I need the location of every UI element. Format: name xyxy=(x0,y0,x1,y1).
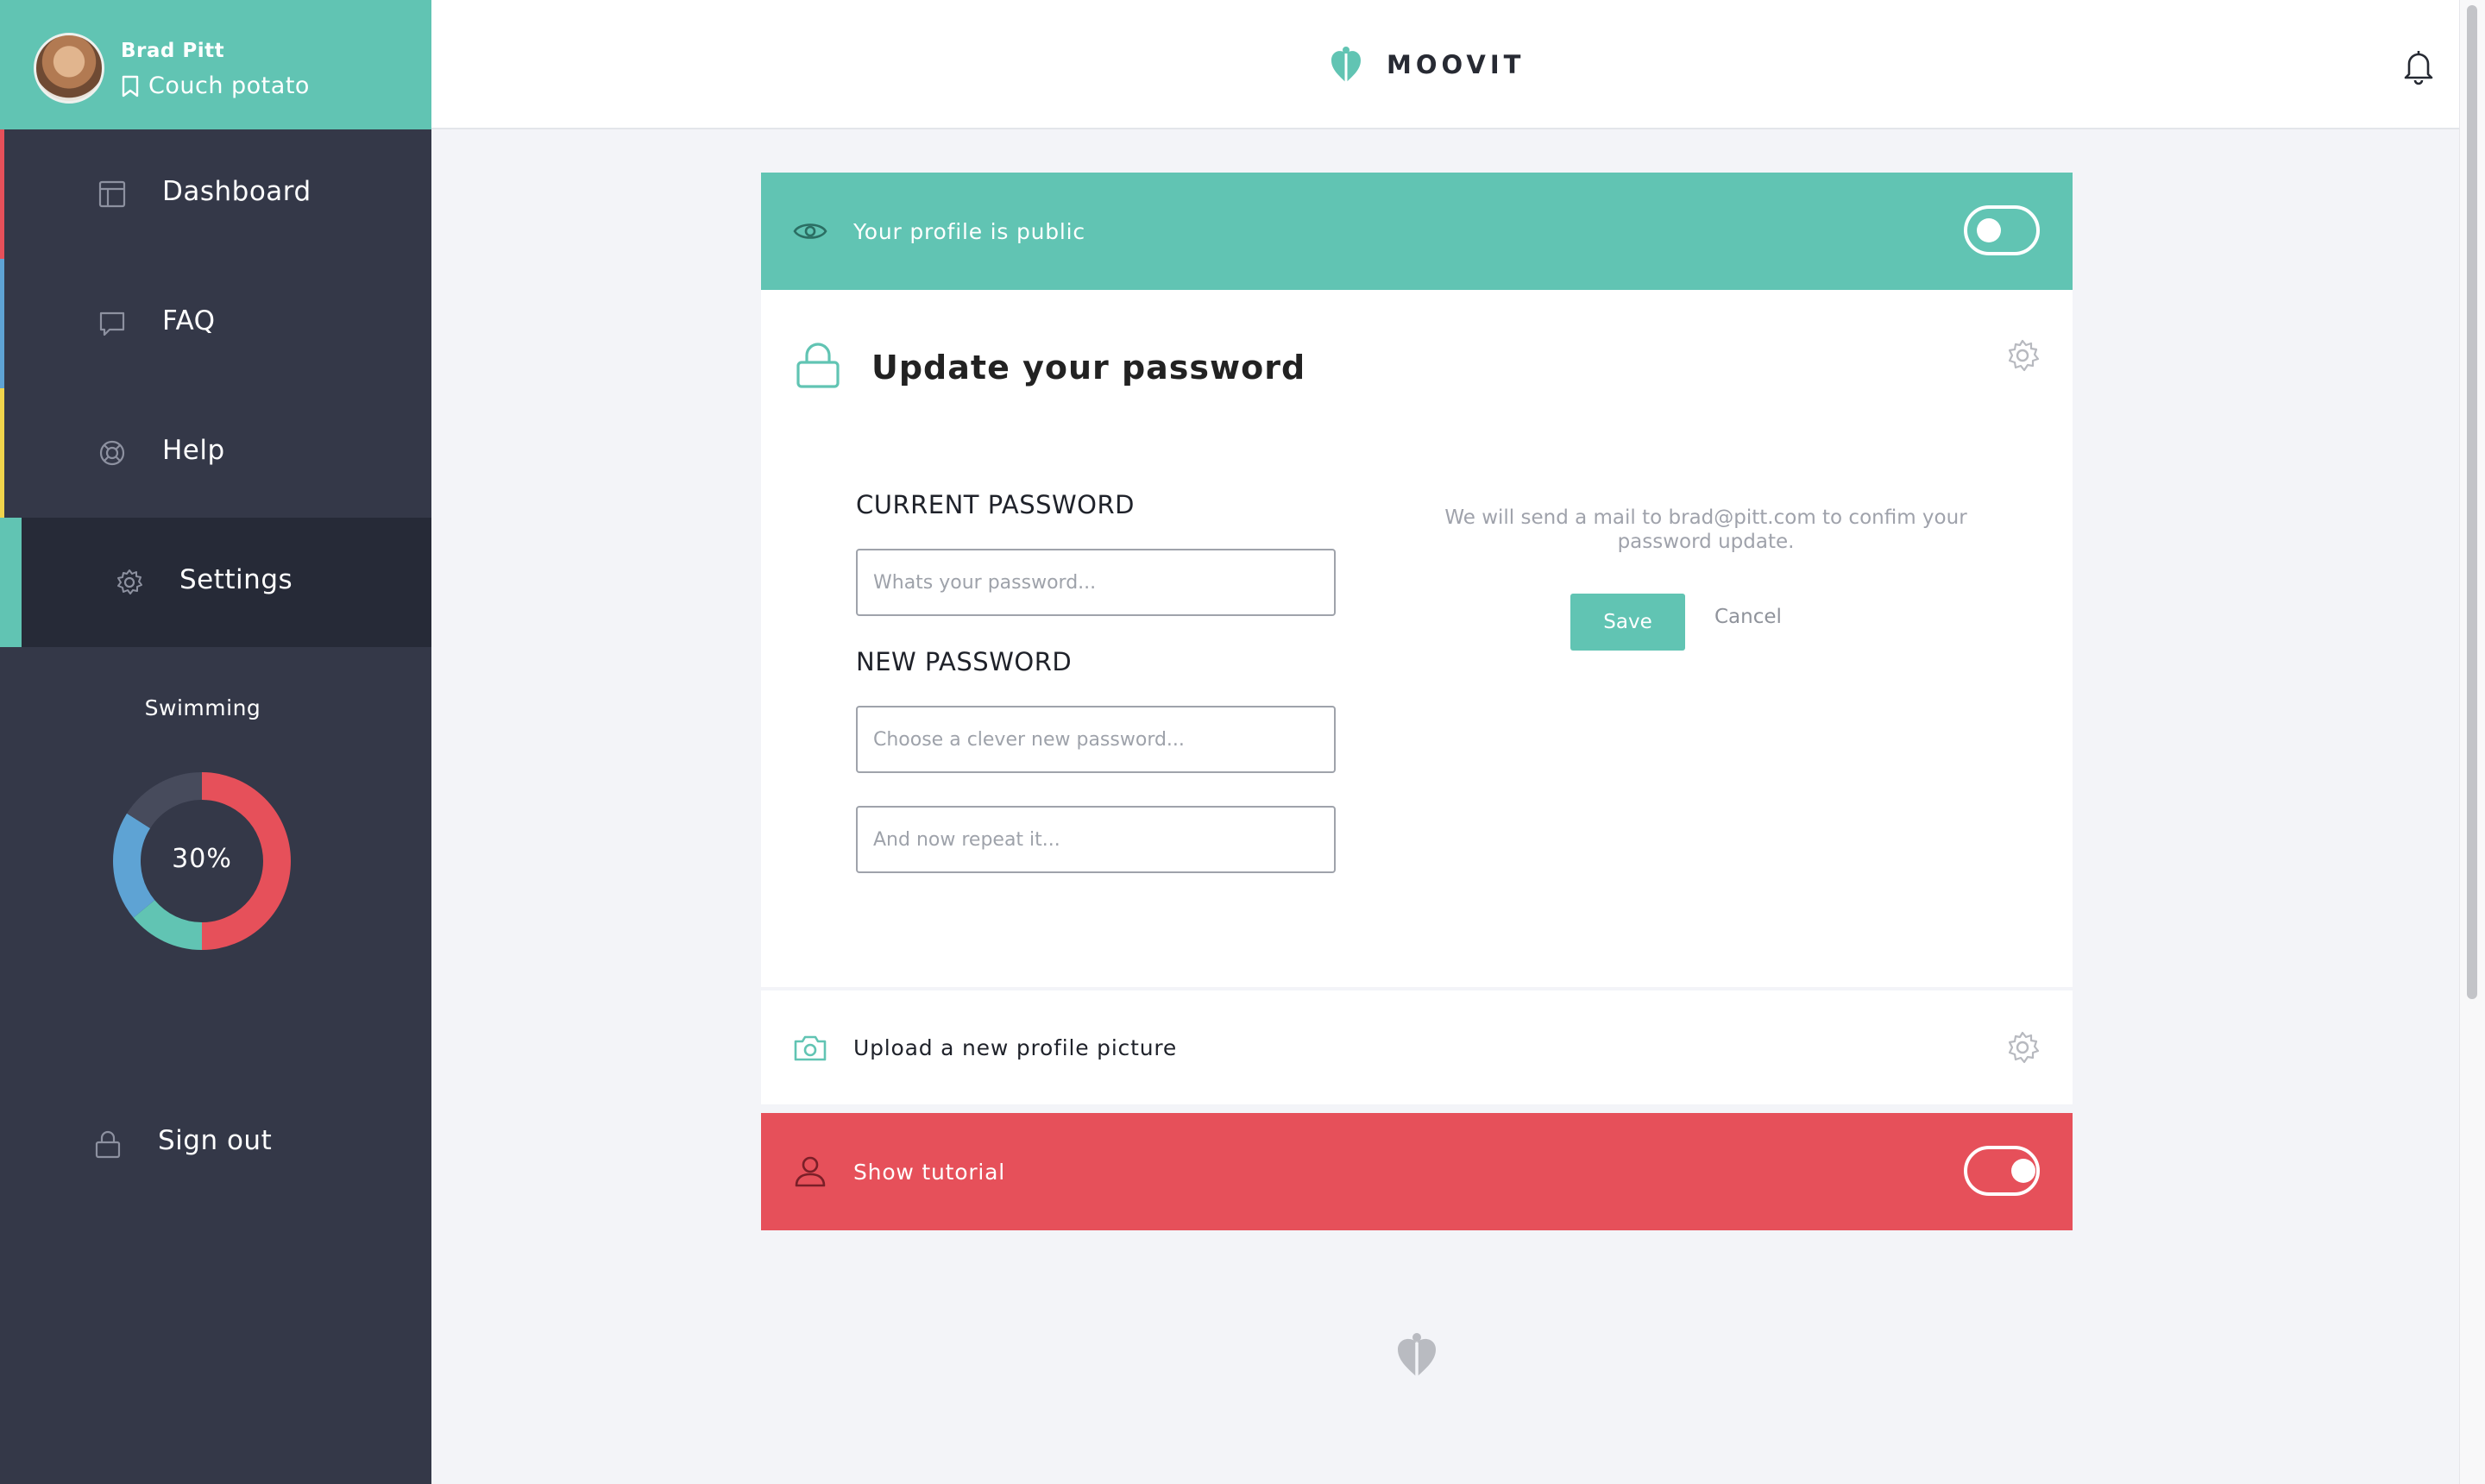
toggle-knob xyxy=(1977,218,2001,242)
show-tutorial-toggle[interactable] xyxy=(1964,1146,2040,1196)
sidebar-item-dashboard[interactable]: Dashboard xyxy=(0,129,431,259)
user-icon xyxy=(795,1156,826,1187)
sidebar-item-label: Dashboard xyxy=(162,176,311,207)
current-password-field[interactable] xyxy=(856,549,1336,616)
brand-name: MOOVIT xyxy=(1387,50,1526,79)
sidebar-item-faq[interactable]: FAQ xyxy=(0,259,431,388)
brand-logo[interactable]: MOOVIT xyxy=(1324,43,1525,86)
public-profile-label: Your profile is public xyxy=(853,219,1085,244)
lifebuoy-icon xyxy=(99,440,125,466)
upload-picture-row[interactable]: Upload a new profile picture xyxy=(761,990,2073,1104)
user-status-label: Couch potato xyxy=(148,72,310,99)
chat-bubble-icon xyxy=(99,311,125,336)
current-password-label: CURRENT PASSWORD xyxy=(856,490,1135,519)
password-info-text: We will send a mail to brad@pitt.com to … xyxy=(1444,506,1967,553)
save-button[interactable]: Save xyxy=(1570,594,1685,651)
gear-icon xyxy=(117,569,142,594)
lock-icon xyxy=(95,1130,121,1159)
top-header: MOOVIT xyxy=(431,0,2459,129)
user-profile[interactable]: Brad Pitt Couch potato xyxy=(0,0,431,129)
activity-percent: 30% xyxy=(172,844,232,874)
new-password-label: NEW PASSWORD xyxy=(856,647,1073,676)
scrollbar-thumb[interactable] xyxy=(2467,5,2477,999)
footer-logo-icon xyxy=(1398,1333,1436,1377)
sidebar-item-accent xyxy=(0,388,4,518)
sidebar: Brad Pitt Couch potato Dashboard FAQ Hel… xyxy=(0,0,431,1484)
user-status: Couch potato xyxy=(121,72,310,99)
settings-gear-icon[interactable] xyxy=(2004,336,2041,374)
upload-picture-label: Upload a new profile picture xyxy=(853,1035,1178,1060)
password-card: Update your password CURRENT PASSWORD NE… xyxy=(761,290,2073,987)
sidebar-item-accent xyxy=(0,129,4,259)
sidebar-item-accent xyxy=(0,518,22,647)
sign-out-label: Sign out xyxy=(158,1125,273,1156)
camera-icon xyxy=(794,1035,827,1061)
sidebar-item-accent xyxy=(0,259,4,388)
sidebar-item-label: FAQ xyxy=(162,305,216,336)
lock-icon xyxy=(796,343,840,388)
bell-icon[interactable] xyxy=(2399,47,2438,86)
moovit-logo-icon xyxy=(1331,47,1361,83)
sign-out-button[interactable]: Sign out xyxy=(0,1087,431,1199)
dashboard-icon xyxy=(98,180,126,208)
sidebar-item-settings[interactable]: Settings xyxy=(0,518,431,647)
sidebar-item-label: Help xyxy=(162,435,225,466)
new-password-field[interactable] xyxy=(856,706,1336,773)
avatar[interactable] xyxy=(34,33,104,104)
user-name: Brad Pitt xyxy=(121,40,225,62)
toggle-knob xyxy=(2011,1159,2035,1183)
public-profile-toggle[interactable] xyxy=(1964,205,2040,255)
eye-icon xyxy=(793,223,827,239)
show-tutorial-row: Show tutorial xyxy=(761,1113,2073,1230)
repeat-password-field[interactable] xyxy=(856,806,1336,873)
bookmark-icon xyxy=(122,75,139,97)
sidebar-nav: Dashboard FAQ Help Settings xyxy=(0,129,431,647)
ring-segment-1 xyxy=(133,899,203,950)
show-tutorial-label: Show tutorial xyxy=(853,1160,1006,1185)
sidebar-item-help[interactable]: Help xyxy=(0,388,431,518)
public-profile-row: Your profile is public xyxy=(761,173,2073,290)
settings-gear-icon[interactable] xyxy=(2004,1028,2041,1066)
cancel-button[interactable]: Cancel xyxy=(1714,606,1782,628)
sidebar-item-label: Settings xyxy=(179,564,293,595)
activity-title: Swimming xyxy=(144,695,261,720)
ring-segment-3 xyxy=(127,772,203,829)
password-card-title: Update your password xyxy=(871,349,1306,387)
